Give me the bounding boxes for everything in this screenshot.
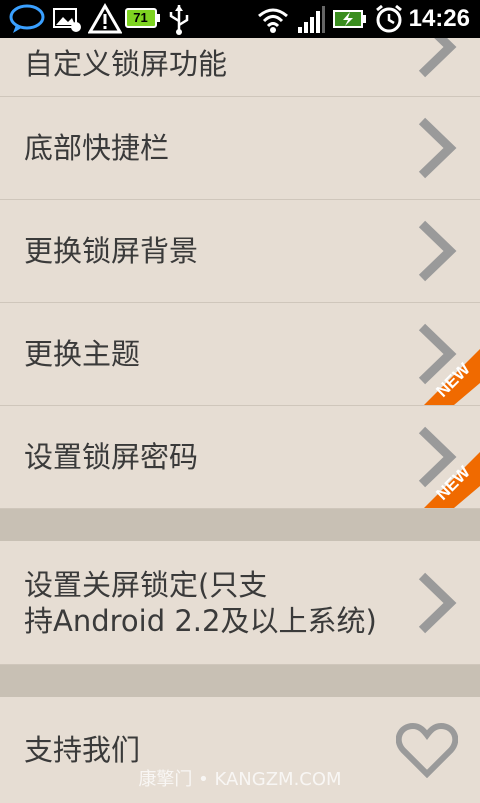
- battery-level-text: 71: [133, 10, 148, 25]
- settings-item-label: 自定义锁屏功能: [24, 47, 228, 81]
- settings-item-change-theme[interactable]: 更换主题 NEW: [0, 303, 480, 406]
- picture-icon: [53, 8, 81, 32]
- watermark-text: 康擎门 • KANGZM.COM: [138, 769, 342, 790]
- battery-badge-icon: 71: [125, 8, 161, 28]
- new-badge: NEW: [424, 452, 480, 508]
- settings-item-label: 设置关屏锁定(只支 持Android 2.2及以上系统): [24, 567, 377, 638]
- chevron-right-icon: [418, 220, 457, 282]
- new-badge: NEW: [424, 349, 480, 405]
- status-clock: 14:26: [408, 5, 470, 32]
- status-bar: 71 14:26: [0, 0, 480, 38]
- settings-item-label: 更换锁屏背景: [24, 234, 199, 268]
- settings-item-label: 支持我们: [24, 733, 141, 767]
- settings-item-change-lock-background[interactable]: 更换锁屏背景: [0, 200, 480, 303]
- settings-item-label: 更换主题: [24, 337, 141, 371]
- charging-battery-icon: [333, 10, 366, 28]
- settings-item-bottom-shortcut-bar[interactable]: 底部快捷栏: [0, 97, 480, 200]
- settings-item-custom-lock-features[interactable]: 自定义锁屏功能: [0, 38, 480, 97]
- usb-icon: [169, 5, 189, 35]
- chevron-right-icon: [418, 117, 457, 179]
- wifi-icon: [258, 8, 288, 33]
- signal-strength-icon: [298, 6, 325, 33]
- section-separator: [0, 509, 480, 541]
- settings-item-label: 设置锁屏密码: [24, 440, 199, 474]
- section-separator: [0, 665, 480, 697]
- alarm-clock-icon: [376, 4, 402, 33]
- settings-item-label: 底部快捷栏: [24, 131, 170, 165]
- chevron-right-icon: [418, 38, 457, 78]
- settings-item-screen-off-lock[interactable]: 设置关屏锁定(只支 持Android 2.2及以上系统): [0, 541, 480, 665]
- chevron-right-icon: [418, 572, 457, 633]
- settings-item-set-lock-password[interactable]: 设置锁屏密码 NEW: [0, 406, 480, 509]
- settings-list: 自定义锁屏功能 底部快捷栏 更换锁屏背景 更换主题 NEW 设置锁屏密码 NEW…: [0, 38, 480, 803]
- warning-icon: [88, 3, 122, 34]
- chat-bubble-icon: [9, 4, 45, 33]
